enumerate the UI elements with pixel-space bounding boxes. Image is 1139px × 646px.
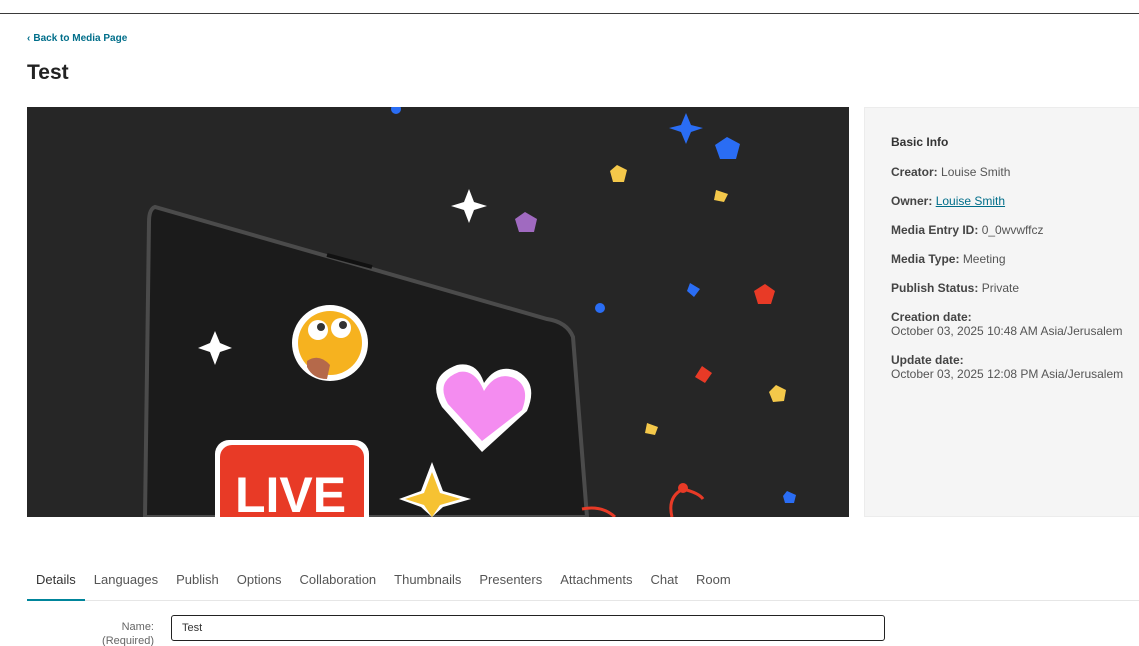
thumbnail-artwork: LIVE (27, 107, 849, 517)
entry-id-row: Media Entry ID: 0_0wvwffcz (891, 223, 1139, 237)
publish-status-value: Private (981, 281, 1020, 295)
tab-languages[interactable]: Languages (85, 566, 167, 601)
owner-link[interactable]: Louise Smith (936, 194, 1005, 208)
basic-info-heading: Basic Info (891, 135, 949, 149)
owner-key: Owner: (891, 194, 933, 208)
entry-id-value: 0_0wvwffcz (981, 223, 1044, 237)
creator-row: Creator: Louise Smith (891, 165, 1139, 179)
required-label-text: (Required) (102, 635, 154, 646)
tab-publish[interactable]: Publish (167, 566, 228, 601)
basic-info-panel: Basic Info Creator: Louise Smith Owner: … (864, 107, 1139, 517)
media-thumbnail[interactable]: LIVE (27, 107, 849, 517)
media-type-row: Media Type: Meeting (891, 252, 1139, 266)
top-divider (0, 13, 1139, 14)
update-date-value: October 03, 2025 12:08 PM Asia/Jerusalem (891, 367, 1124, 381)
update-date-key: Update date: (891, 353, 964, 367)
creator-key: Creator: (891, 165, 938, 179)
tab-collaboration[interactable]: Collaboration (291, 566, 386, 601)
name-input[interactable] (171, 615, 885, 641)
tab-attachments[interactable]: Attachments (551, 566, 641, 601)
creation-date-row: Creation date: October 03, 2025 10:48 AM… (891, 310, 1139, 338)
media-type-value: Meeting (962, 252, 1006, 266)
tab-room[interactable]: Room (687, 566, 740, 601)
tab-details[interactable]: Details (27, 566, 85, 601)
page-title: Test (27, 61, 69, 84)
chevron-left-icon: ‹ (27, 32, 31, 44)
back-link-label: Back to Media Page (33, 33, 128, 44)
creator-value: Louise Smith (941, 165, 1011, 179)
live-sign-text: LIVE (235, 467, 346, 517)
edit-tabs: Details Languages Publish Options Collab… (27, 566, 1139, 601)
entry-id-key: Media Entry ID: (891, 223, 979, 237)
tab-chat[interactable]: Chat (642, 566, 687, 601)
tab-options[interactable]: Options (228, 566, 291, 601)
tab-presenters[interactable]: Presenters (470, 566, 551, 601)
name-field-label: Name: (Required) (80, 620, 154, 646)
creation-date-value: October 03, 2025 10:48 AM Asia/Jerusalem (891, 324, 1123, 338)
tab-thumbnails[interactable]: Thumbnails (385, 566, 470, 601)
back-to-media-link[interactable]: ‹ Back to Media Page (27, 33, 127, 44)
publish-status-row: Publish Status: Private (891, 281, 1139, 295)
name-label-text: Name: (121, 621, 154, 633)
owner-row: Owner: Louise Smith (891, 194, 1139, 208)
update-date-row: Update date: October 03, 2025 12:08 PM A… (891, 353, 1139, 381)
publish-status-key: Publish Status: (891, 281, 979, 295)
creation-date-key: Creation date: (891, 310, 972, 324)
media-type-key: Media Type: (891, 252, 960, 266)
